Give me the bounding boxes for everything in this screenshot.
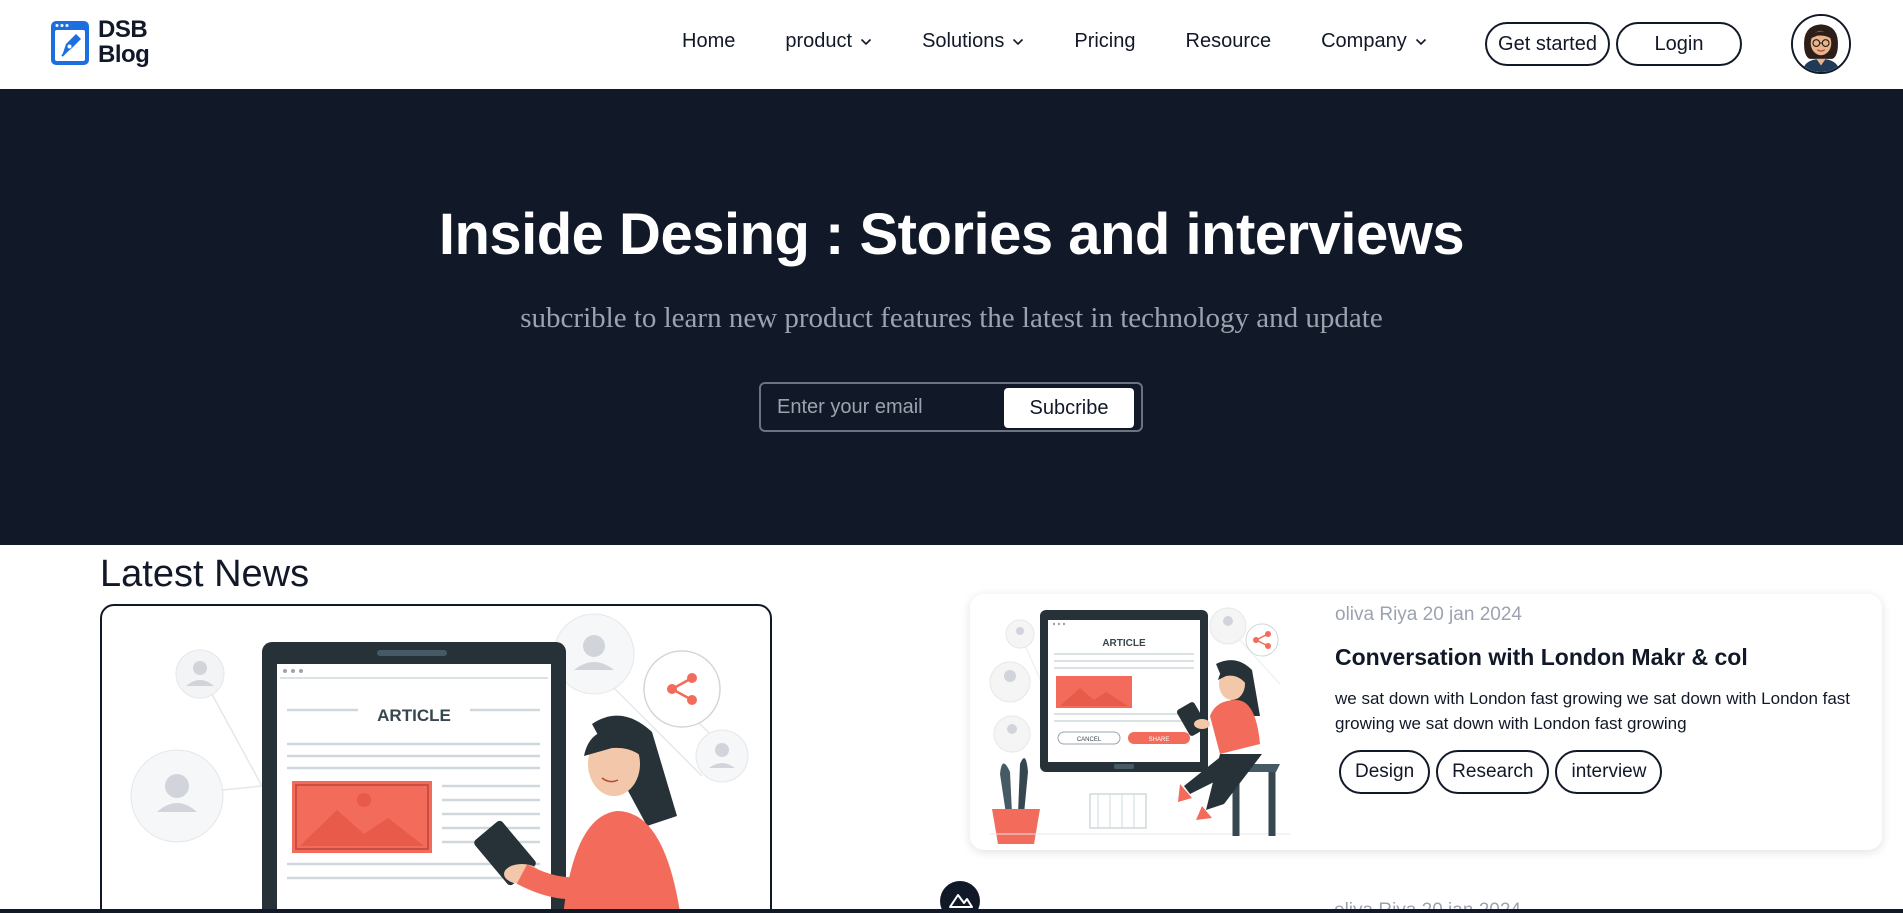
illustration-article-text: ARTICLE (377, 706, 451, 725)
chevron-down-icon (1415, 38, 1426, 45)
pen-logo-icon (51, 21, 89, 65)
tag-list: Design Research interview (1339, 750, 1668, 794)
nav-item-resource[interactable]: Resource (1186, 30, 1272, 53)
chevron-down-icon (1013, 38, 1024, 45)
nav-item-product[interactable]: product (785, 30, 872, 53)
brand-name: DSB Blog (98, 16, 150, 68)
nav-menu: Home product Solutions Pricing Resource … (682, 30, 1477, 53)
subscribe-button[interactable]: Subcribe (1004, 388, 1134, 428)
email-input[interactable] (777, 392, 997, 422)
nav-item-solutions[interactable]: Solutions (922, 30, 1024, 53)
subscribe-form: Subcribe (759, 382, 1143, 432)
illustration-share-text: SHARE (1149, 737, 1170, 743)
nav-item-label: Solutions (922, 30, 1005, 52)
hero-subtitle: subcrible to learn new product features … (520, 302, 1383, 334)
nav-item-pricing[interactable]: Pricing (1074, 30, 1135, 53)
hero-section: Inside Desing : Stories and interviews s… (0, 89, 1903, 545)
user-avatar-icon (1793, 16, 1849, 72)
brand-line-2: Blog (98, 41, 150, 68)
article-illustration-icon: ARTICLE (130, 613, 749, 913)
nav-item-home[interactable]: Home (682, 30, 735, 53)
chevron-down-icon (861, 38, 872, 45)
nav-item-label: Resource (1185, 30, 1272, 52)
nav-item-label: Company (1321, 30, 1407, 52)
tag-interview[interactable]: interview (1555, 750, 1663, 794)
tag-research[interactable]: Research (1436, 750, 1550, 794)
illustration-cancel-text: CANCEL (1077, 737, 1102, 743)
hero-title: Inside Desing : Stories and interviews (438, 202, 1465, 267)
news-card[interactable]: ARTICLE CANCEL SHARE oliva Riya 20 jan 2… (970, 594, 1882, 850)
tag-design[interactable]: Design (1339, 750, 1431, 794)
nav-item-label: Home (682, 30, 736, 52)
article-description: we sat down with London fast growing we … (1335, 689, 1851, 733)
article-title[interactable]: Conversation with London Makr & col (1335, 644, 1748, 671)
nav-item-company[interactable]: Company (1321, 30, 1427, 53)
login-button[interactable]: Login (1616, 22, 1742, 66)
illustration-article-text: ARTICLE (1102, 638, 1146, 649)
latest-news-heading: Latest News (100, 553, 310, 595)
featured-news-card[interactable]: ARTICLE (100, 604, 772, 913)
bottom-edge (0, 909, 1903, 913)
brand-logo[interactable]: DSB Blog (50, 16, 150, 68)
get-started-button[interactable]: Get started (1485, 22, 1610, 66)
avatar[interactable] (1791, 14, 1851, 74)
article-illustration-icon: ARTICLE CANCEL SHARE (989, 607, 1290, 844)
article-meta: oliva Riya 20 jan 2024 (1335, 604, 1522, 625)
navbar: DSB Blog Home product Solutions Pricing … (0, 0, 1903, 89)
nav-item-label: Pricing (1074, 30, 1136, 52)
brand-line-1: DSB (98, 16, 148, 43)
nav-item-label: product (785, 30, 853, 52)
